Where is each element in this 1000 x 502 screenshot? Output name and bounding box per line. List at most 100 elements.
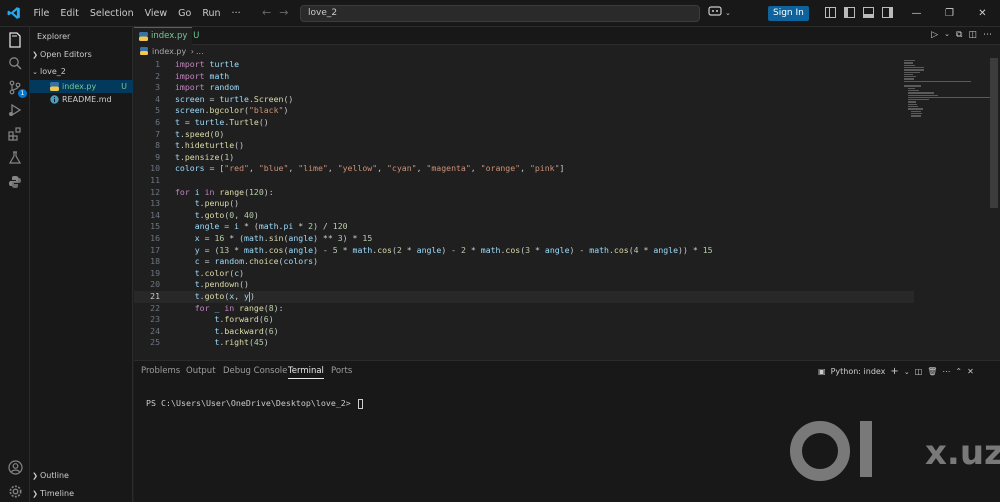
line-number: 9 [155,151,160,162]
open-changes-icon[interactable]: ⧉ [956,30,962,40]
kill-terminal-icon[interactable]: 🗑 [927,367,937,376]
code-line[interactable]: 10 colors = ["red", "blue", "lime", "yell… [134,163,914,175]
panel-tab-problems[interactable]: Problems [141,366,180,376]
file-index-py[interactable]: index.py U [30,80,133,93]
minimap-line [907,92,934,94]
code-line[interactable]: 12 for i in range(120): [134,187,914,199]
panel-tab-terminal[interactable]: Terminal [288,366,324,379]
code-line[interactable]: 20 t.pendown() [134,279,914,291]
folder-section[interactable]: ⌄ love_2 [30,65,133,78]
code-line[interactable]: 4 screen = turtle.Screen() [134,94,914,106]
more-actions-icon[interactable]: ⋯ [942,367,950,376]
code-line[interactable]: 21 t.goto(x, y) [134,291,914,303]
terminal-icon: ▣ [818,367,826,376]
sign-in-button[interactable]: Sign In [768,6,809,21]
code-line[interactable]: 5 screen.bgcolor("black") [134,105,914,117]
minimap[interactable] [900,58,992,358]
line-number: 13 [150,198,160,209]
settings-gear-icon[interactable] [6,482,24,500]
menu-view[interactable]: View [139,0,173,27]
line-number: 21 [150,291,160,301]
copilot-icon[interactable] [708,6,722,20]
menu-file[interactable]: File [28,0,55,27]
maximize-panel-icon[interactable]: ⌃ [955,367,962,376]
menu-selection[interactable]: Selection [84,0,139,27]
explorer-icon[interactable] [6,31,24,49]
forward-arrow-icon[interactable]: → [279,6,288,19]
code-line[interactable]: 23 t.forward(6) [134,314,914,326]
code-editor[interactable]: 1 import turtle 2 import math 3 import random… [134,58,914,358]
code-line[interactable]: 9 t.pensize(1) [134,152,914,164]
code-text: colors = ["red", "blue", "lime", "yellow… [175,163,565,174]
code-line[interactable]: 11 [134,175,914,187]
search-icon[interactable] [6,54,24,72]
new-terminal-icon[interactable]: + [890,366,898,377]
source-control-icon[interactable]: 1 [6,78,27,98]
minimap-line [904,76,916,78]
menu-run[interactable]: Run [197,0,226,27]
code-line[interactable]: 2 import math [134,71,914,83]
code-text: t.goto(0, 40) [194,209,259,220]
tab-index-py[interactable]: index.py U [134,27,199,45]
command-center[interactable]: love_2 [300,5,700,22]
breadcrumb-more[interactable]: ... [196,47,204,56]
panel-tab-output[interactable]: Output [186,366,216,376]
run-python-file-icon[interactable]: ▷ [931,30,938,40]
split-terminal-icon[interactable]: ◫ [915,367,923,376]
back-arrow-icon[interactable]: ← [262,6,271,19]
panel-tab-ports[interactable]: Ports [331,366,352,376]
timeline-section[interactable]: ❯ Timeline [30,487,133,500]
chevron-down-icon[interactable]: ⌄ [904,368,910,376]
chevron-down-icon[interactable]: ⌄ [944,30,950,40]
code-line[interactable]: 8 t.hideturtle() [134,140,914,152]
code-line[interactable]: 17 y = (13 * math.cos(angle) - 5 * math.… [134,245,914,257]
menu-go[interactable]: Go [173,0,197,27]
toggle-panel-icon[interactable] [863,7,874,18]
line-number: 16 [150,233,160,243]
panel-tab-debug-console[interactable]: Debug Console [223,366,287,376]
code-line[interactable]: 14 t.goto(0, 40) [134,210,914,222]
toggle-secondary-sidebar-icon[interactable] [882,7,893,18]
code-line[interactable]: 13 t.penup() [134,198,914,210]
code-line[interactable]: 24 t.backward(6) [134,326,914,338]
minimap-line [904,60,916,62]
code-line[interactable]: 16 x = 16 * (math.sin(angle) ** 3) * 15 [134,233,914,245]
minimap-line [907,99,929,101]
breadcrumb-file[interactable]: index.py [152,47,186,56]
chevron-down-icon[interactable]: ⌄ [725,9,731,17]
restore-icon[interactable]: ❐ [933,0,966,27]
run-debug-icon[interactable] [6,101,24,119]
code-line[interactable]: 6 t = turtle.Turtle() [134,117,914,129]
terminal-output[interactable]: PS C:\Users\User\OneDrive\Desktop\love_2… [146,398,363,409]
minimap-line [907,96,992,99]
customize-layout-icon[interactable] [825,7,836,18]
editor-scrollbar[interactable] [990,58,998,208]
terminal-name[interactable]: Python: index [831,367,886,376]
file-readme-md[interactable]: README.md [30,93,133,106]
extensions-icon[interactable] [6,125,24,143]
code-line[interactable]: 7 t.speed(0) [134,129,914,141]
code-line[interactable]: 22 for _ in range(8): [134,303,914,315]
account-icon[interactable] [6,458,24,476]
code-line[interactable]: 25 t.right(45) [134,337,914,349]
python-icon[interactable] [6,173,24,191]
menu-edit[interactable]: Edit [55,0,84,27]
testing-flask-icon[interactable] [6,149,24,167]
close-icon[interactable]: ✕ [966,0,999,27]
code-line[interactable]: 3 import random [134,82,914,94]
open-editors-section[interactable]: ❯ Open Editors [30,48,133,61]
more-actions-icon[interactable]: ⋯ [983,30,992,40]
menu-more[interactable]: ··· [226,0,246,27]
split-editor-icon[interactable]: ◫ [968,30,977,40]
toggle-primary-sidebar-icon[interactable] [844,7,855,18]
minimap-line [907,106,918,108]
outline-section[interactable]: ❯ Outline [30,469,133,482]
code-line[interactable]: 1 import turtle [134,59,914,71]
code-line[interactable]: 18 c = random.choice(colors) [134,256,914,268]
python-file-icon [139,31,148,41]
code-line[interactable]: 19 t.color(c) [134,268,914,280]
line-number: 15 [150,221,160,232]
close-panel-icon[interactable]: ✕ [967,367,974,376]
minimize-icon[interactable]: — [900,0,933,27]
code-line[interactable]: 15 angle = i * (math.pi * 2) / 120 [134,221,914,233]
